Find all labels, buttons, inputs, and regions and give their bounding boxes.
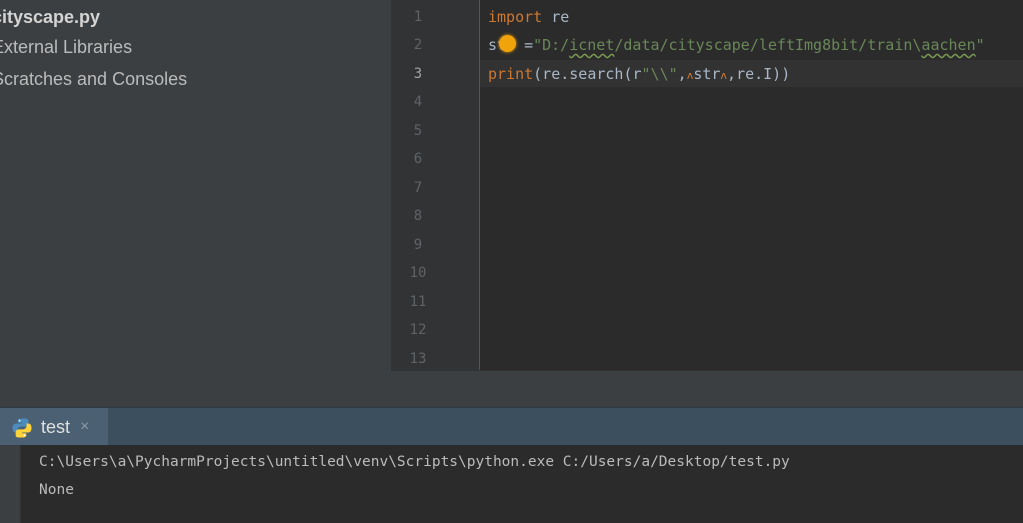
line-number: 6 bbox=[413, 151, 423, 167]
code-line-3[interactable]: print(re.search(r"\\",ʌstrʌ,re.I)) bbox=[488, 60, 790, 88]
arg-str: str bbox=[693, 65, 721, 83]
lightbulb-icon[interactable] bbox=[499, 35, 516, 52]
console-line-command: C:\Users\a\PycharmProjects\untitled\venv… bbox=[39, 454, 790, 470]
line-number: 10 bbox=[409, 265, 427, 281]
code-editor[interactable]: 1 2 3 4 5 6 7 8 9 10 11 12 13 import re … bbox=[391, 0, 1023, 370]
run-tab-test[interactable]: test × bbox=[0, 408, 108, 446]
raw-string: "\\" bbox=[641, 65, 678, 83]
console-toolbar bbox=[0, 445, 21, 523]
line-number: 1 bbox=[413, 9, 423, 25]
line-number: 12 bbox=[409, 322, 427, 338]
line-number-gutter: 1 2 3 4 5 6 7 8 9 10 11 12 13 bbox=[391, 0, 480, 370]
line-number: 2 bbox=[413, 37, 423, 53]
line-number: 8 bbox=[413, 208, 423, 224]
string-typo-aachen: aachen bbox=[921, 36, 976, 54]
call-text: (re.search(r bbox=[533, 65, 642, 83]
tree-item-external-libraries[interactable]: External Libraries bbox=[0, 32, 132, 62]
console-line-output: None bbox=[39, 482, 74, 498]
function-print: print bbox=[488, 65, 534, 83]
python-icon bbox=[12, 418, 32, 438]
editor-footer-bar bbox=[391, 370, 1023, 408]
line-number: 4 bbox=[413, 94, 423, 110]
code-line-1[interactable]: import re bbox=[488, 3, 569, 31]
line-number: 9 bbox=[413, 237, 423, 253]
keyword-import: import bbox=[488, 8, 543, 26]
module-name: re bbox=[542, 8, 570, 26]
string-typo-icnet: icnet bbox=[569, 36, 615, 54]
assign-operator: = bbox=[524, 36, 534, 54]
code-line-2[interactable]: st ="D:/icnet/data/cityscape/leftImg8bit/… bbox=[488, 31, 985, 59]
tree-item-scratches-consoles[interactable]: Scratches and Consoles bbox=[0, 64, 187, 94]
run-console[interactable]: C:\Users\a\PycharmProjects\untitled\venv… bbox=[0, 445, 1023, 523]
string-part: /data/cityscape/leftImg8bit/train\ bbox=[614, 36, 922, 54]
tree-item-cityscape-py[interactable]: cityscape.py bbox=[0, 2, 100, 32]
run-tab-bar: test × bbox=[0, 407, 1023, 446]
run-tab-label: test bbox=[41, 417, 71, 437]
comma: , bbox=[677, 65, 687, 83]
line-number: 11 bbox=[409, 294, 427, 310]
comma: , bbox=[727, 65, 737, 83]
line-number: 5 bbox=[413, 123, 423, 139]
line-number: 7 bbox=[413, 180, 423, 196]
line-number-current: 3 bbox=[413, 66, 423, 82]
project-tree-panel: cityscape.py External Libraries Scratche… bbox=[0, 0, 391, 407]
string-part: "D:/ bbox=[533, 36, 570, 54]
line-number: 13 bbox=[409, 351, 427, 367]
string-quote: " bbox=[975, 36, 985, 54]
close-icon[interactable]: × bbox=[80, 408, 89, 446]
call-text: re.I)) bbox=[736, 65, 791, 83]
